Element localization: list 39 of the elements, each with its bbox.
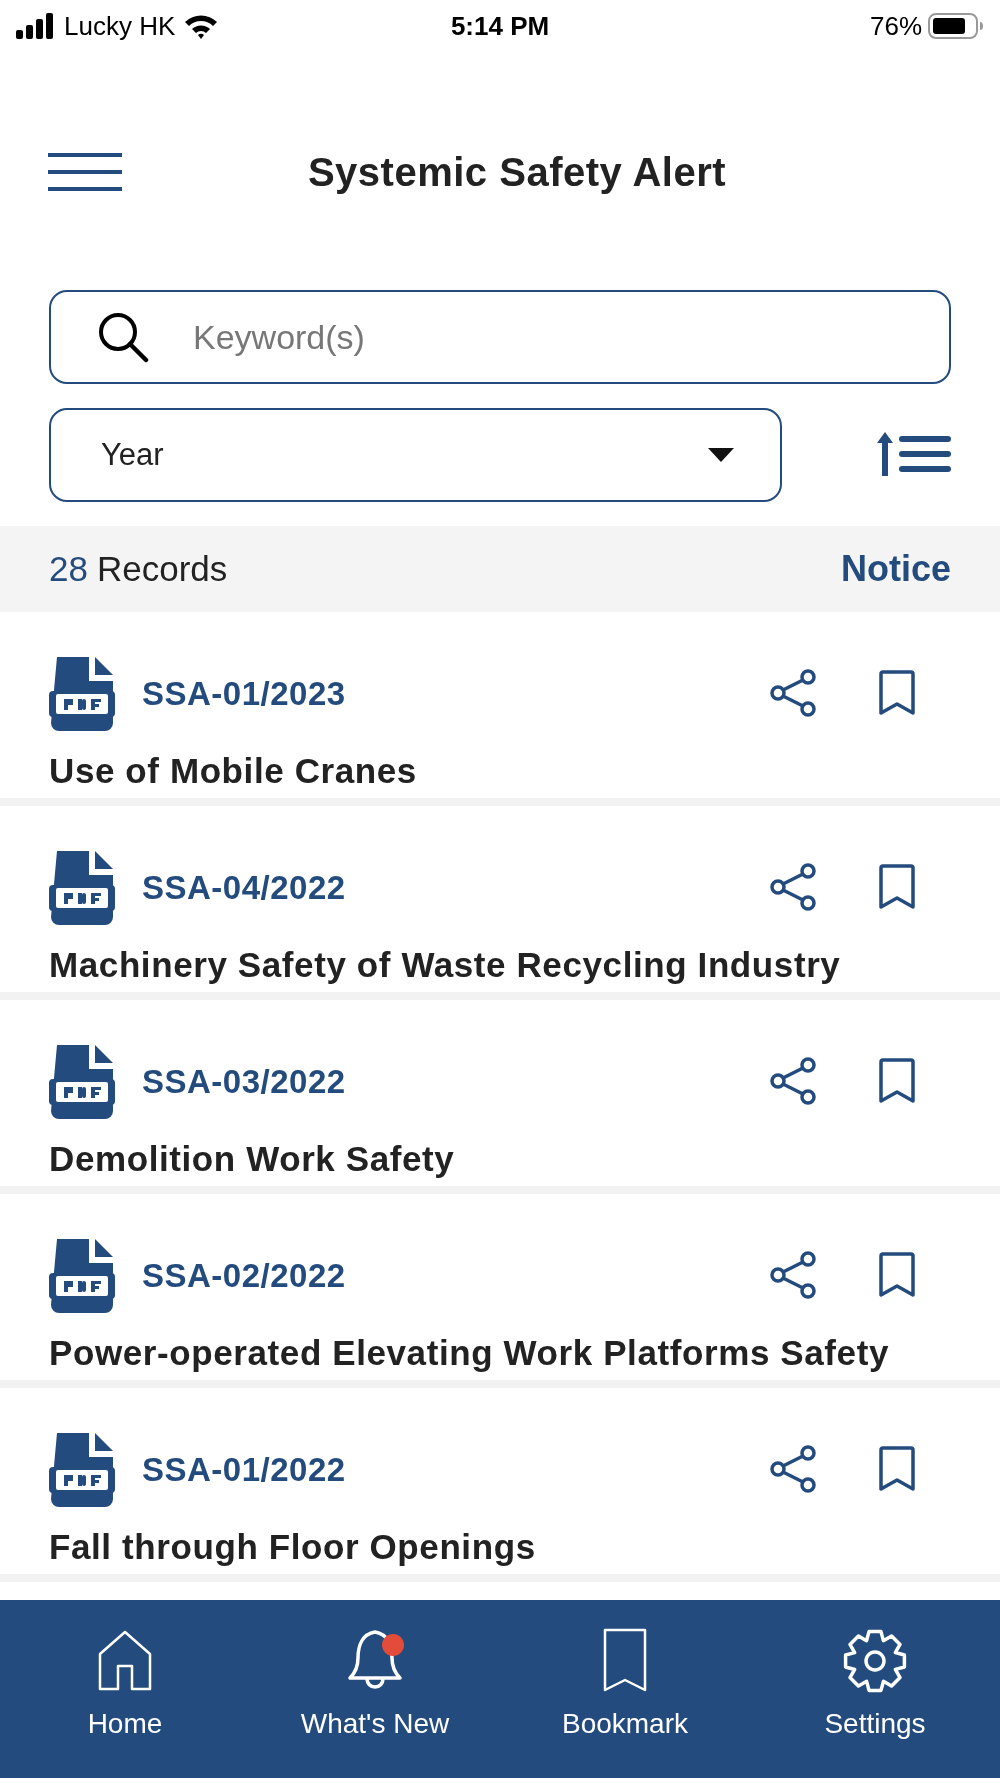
pdf-icon [49, 851, 115, 925]
tab-bar-item[interactable]: Home [0, 1600, 250, 1778]
battery-icon [928, 12, 984, 40]
sort-button[interactable] [877, 431, 951, 479]
record-title: Power-operated Elevating Work Platforms Safety [49, 1332, 890, 1374]
caret-icon [708, 448, 734, 462]
battery-percentage: 76% [869, 10, 922, 42]
record-count: 28 [49, 549, 88, 589]
pdf-icon [49, 657, 115, 731]
share-button[interactable] [769, 668, 817, 720]
tab-bar-item[interactable]: Bookmark [500, 1600, 750, 1778]
notice-link[interactable]: Notice [840, 548, 951, 590]
share-button[interactable] [769, 1056, 817, 1108]
search-icon [97, 311, 149, 363]
page-title: Systemic Safety Alert [306, 149, 728, 195]
clock-time: 5:14 PM [450, 10, 550, 42]
record-id: SSA-01/2023 [142, 675, 347, 713]
pdf-icon [49, 1045, 115, 1119]
share-button[interactable] [769, 1250, 817, 1302]
menu-button[interactable] [48, 152, 122, 192]
search-field[interactable]: Keyword(s) [49, 290, 951, 384]
record-id: SSA-02/2022 [142, 1257, 347, 1295]
record-id: SSA-04/2022 [142, 869, 347, 907]
signal-icon [16, 13, 56, 39]
record-title: Fall through Floor Openings [49, 1526, 537, 1568]
tab-bar-item[interactable]: What's New [250, 1600, 500, 1778]
record-title: Use of Mobile Cranes [49, 750, 418, 792]
year-dropdown[interactable]: Year [49, 408, 782, 502]
carrier-name: Lucky HK [64, 10, 176, 42]
tab-bar-item[interactable]: Settings [750, 1600, 1000, 1778]
record-id: SSA-03/2022 [142, 1063, 347, 1101]
pdf-icon [49, 1239, 115, 1313]
share-button[interactable] [769, 1444, 817, 1496]
record-id: SSA-01/2022 [142, 1451, 347, 1489]
pdf-icon [49, 1433, 115, 1507]
share-button[interactable] [769, 862, 817, 914]
records-label: Records [96, 549, 229, 589]
record-title: Demolition Work Safety [49, 1138, 456, 1180]
record-title: Machinery Safety of Waste Recycling Industry [49, 944, 842, 986]
